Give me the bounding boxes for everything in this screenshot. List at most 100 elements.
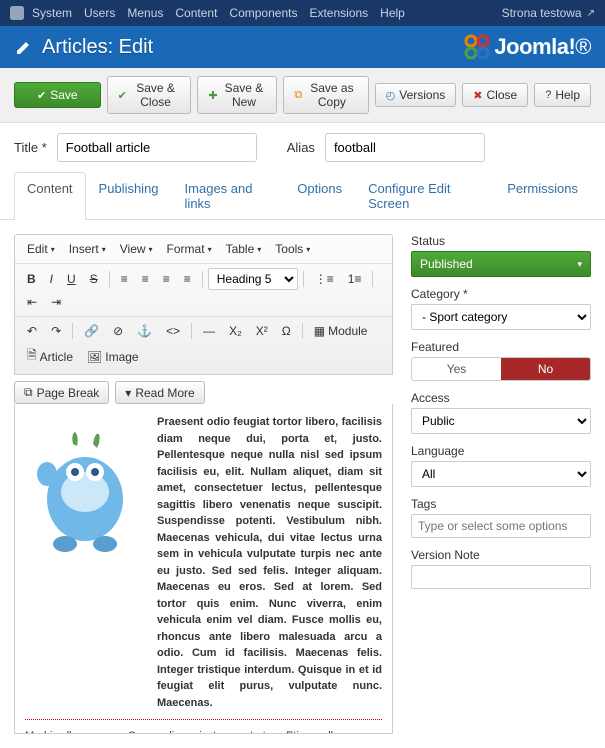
editor-menu-edit[interactable]: Edit▾: [21, 239, 61, 259]
chevron-down-icon: ▾: [577, 259, 582, 270]
underline-button[interactable]: U: [61, 269, 82, 289]
editor-toolbar: Edit▾ Insert▾ View▾ Format▾ Table▾ Tools…: [14, 234, 393, 375]
save-close-button[interactable]: ✔Save & Close: [107, 76, 192, 114]
tab-publishing[interactable]: Publishing: [86, 172, 172, 219]
bold-button[interactable]: B: [21, 269, 42, 289]
editor-content[interactable]: Praesent odio feugiat tortor libero, fac…: [14, 404, 393, 734]
read-more-divider: [25, 719, 382, 720]
category-label: Category *: [411, 287, 591, 301]
versions-button[interactable]: ◴Versions: [375, 83, 457, 107]
tab-images[interactable]: Images and links: [172, 172, 285, 219]
align-left-button[interactable]: ≡: [115, 269, 134, 289]
tab-options[interactable]: Options: [284, 172, 355, 219]
source-button[interactable]: <>: [160, 321, 186, 341]
tags-label: Tags: [411, 497, 591, 511]
status-label: Status: [411, 234, 591, 248]
unlink-button[interactable]: ⊘: [107, 321, 129, 341]
help-button[interactable]: ?Help: [534, 83, 591, 107]
version-note-input[interactable]: [411, 565, 591, 589]
save-new-button[interactable]: ✚Save & New: [197, 76, 277, 114]
alias-label: Alias: [287, 140, 315, 155]
editor-menu-format[interactable]: Format▾: [161, 239, 218, 259]
menu-users[interactable]: Users: [84, 6, 115, 20]
heading-select[interactable]: Heading 5: [208, 268, 298, 290]
read-more-button[interactable]: ▾Read More: [115, 381, 204, 404]
tab-configure[interactable]: Configure Edit Screen: [355, 172, 494, 219]
page-break-button[interactable]: ⧉Page Break: [14, 381, 109, 404]
title-input[interactable]: [57, 133, 257, 162]
redo-button[interactable]: ↷: [45, 321, 67, 341]
featured-toggle[interactable]: Yes No: [411, 357, 591, 381]
paragraph-1: Morbi ullamcorper. Suspendisse justo ac …: [25, 728, 382, 734]
language-label: Language: [411, 444, 591, 458]
menu-content[interactable]: Content: [175, 6, 217, 20]
joomla-logo: Joomla!®: [464, 34, 591, 60]
pencil-icon: [14, 37, 34, 57]
featured-yes[interactable]: Yes: [412, 358, 501, 380]
article-button[interactable]: 🗎 Article: [21, 343, 79, 370]
menu-extensions[interactable]: Extensions: [309, 6, 368, 20]
menu-system[interactable]: System: [32, 6, 72, 20]
sidebar: Status Published▾ Category * - Sport cat…: [411, 234, 591, 734]
action-toolbar: ✔Save ✔Save & Close ✚Save & New ⧉Save as…: [0, 68, 605, 123]
status-select[interactable]: Published▾: [411, 251, 591, 277]
sub-button[interactable]: X₂: [223, 321, 248, 341]
editor-menu-view[interactable]: View▾: [114, 239, 159, 259]
topbar-menus: System Users Menus Content Components Ex…: [32, 6, 405, 20]
sup-button[interactable]: X²: [250, 321, 274, 341]
site-link-icon[interactable]: ↗: [587, 8, 595, 19]
tab-permissions[interactable]: Permissions: [494, 172, 591, 219]
page-title: Articles: Edit: [42, 36, 153, 59]
plus-icon: ✚: [208, 89, 217, 102]
image-button[interactable]: 🖼 Image: [81, 347, 145, 367]
close-icon: ✖: [473, 89, 482, 102]
joomla-icon: [10, 6, 24, 20]
link-button[interactable]: 🔗: [78, 321, 105, 341]
article-image: [25, 414, 145, 711]
close-button[interactable]: ✖Close: [462, 83, 528, 107]
editor-menu-tools[interactable]: Tools▾: [269, 239, 316, 259]
indent-button[interactable]: ⇥: [45, 292, 67, 312]
copy-icon: ⧉: [294, 89, 302, 102]
outdent-button[interactable]: ⇤: [21, 292, 43, 312]
align-right-button[interactable]: ≡: [157, 269, 176, 289]
align-center-button[interactable]: ≡: [136, 269, 155, 289]
joomla-mark-icon: [464, 34, 490, 60]
hr-button[interactable]: —: [197, 321, 221, 341]
category-select[interactable]: - Sport category: [411, 304, 591, 330]
tags-input[interactable]: [411, 514, 591, 538]
page-break-icon: ⧉: [24, 385, 33, 400]
title-row: Title * Alias: [0, 123, 605, 172]
anchor-button[interactable]: ⚓: [131, 321, 158, 341]
editor-menu-table[interactable]: Table▾: [220, 239, 268, 259]
align-justify-button[interactable]: ≡: [178, 269, 197, 289]
module-button[interactable]: ▦ Module: [308, 321, 374, 341]
editor-menu-insert[interactable]: Insert▾: [63, 239, 112, 259]
bullet-list-button[interactable]: ⋮≡: [309, 269, 340, 289]
access-select[interactable]: Public: [411, 408, 591, 434]
tab-content[interactable]: Content: [14, 172, 86, 220]
language-select[interactable]: All: [411, 461, 591, 487]
featured-no[interactable]: No: [501, 358, 590, 380]
undo-button[interactable]: ↶: [21, 321, 43, 341]
help-icon: ?: [545, 89, 551, 101]
access-label: Access: [411, 391, 591, 405]
chevron-down-icon: ▾: [125, 386, 131, 400]
menu-components[interactable]: Components: [229, 6, 297, 20]
save-button[interactable]: ✔Save: [14, 82, 101, 108]
titlebar: Articles: Edit Joomla!®: [0, 26, 605, 68]
versions-icon: ◴: [386, 89, 396, 102]
alias-input[interactable]: [325, 133, 485, 162]
menu-help[interactable]: Help: [380, 6, 405, 20]
site-name[interactable]: Strona testowa: [502, 6, 582, 20]
featured-label: Featured: [411, 340, 591, 354]
char-button[interactable]: Ω: [276, 321, 297, 341]
number-list-button[interactable]: 1≡: [342, 269, 368, 289]
admin-topbar: System Users Menus Content Components Ex…: [0, 0, 605, 26]
title-label: Title *: [14, 140, 47, 155]
save-copy-button[interactable]: ⧉Save as Copy: [283, 76, 368, 114]
intro-text: Praesent odio feugiat tortor libero, fac…: [157, 416, 382, 709]
menu-menus[interactable]: Menus: [127, 6, 163, 20]
strike-button[interactable]: S: [84, 269, 104, 289]
italic-button[interactable]: I: [44, 269, 59, 289]
